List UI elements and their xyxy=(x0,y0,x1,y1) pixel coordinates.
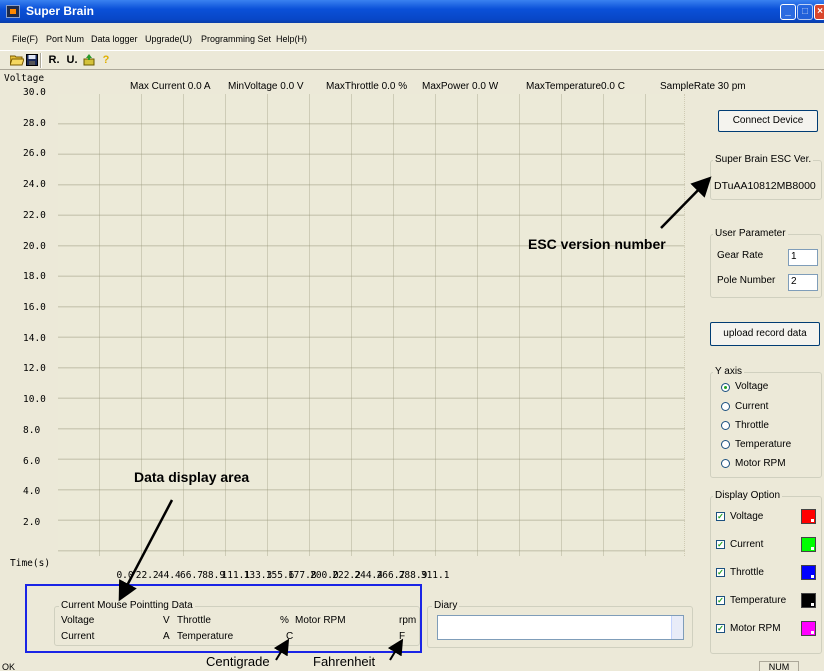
y-axis-group: Y axis Voltage Current Throttle Temperat… xyxy=(710,366,822,478)
x-axis-title: Time(s) xyxy=(10,558,51,569)
connect-device-button[interactable]: Connect Device xyxy=(718,110,818,132)
motor-rpm-color-swatch[interactable] xyxy=(801,621,816,636)
temperature-color-swatch[interactable] xyxy=(801,593,816,608)
radio-temperature-label[interactable]: Temperature xyxy=(735,439,791,450)
help-icon[interactable]: ? xyxy=(99,54,113,67)
menu-upgrade[interactable]: Upgrade(U) xyxy=(145,34,192,44)
max-throttle-stat: MaxThrottle 0.0 % xyxy=(326,81,408,92)
checkbox-voltage[interactable]: ✓ xyxy=(716,512,725,521)
y-tick-label: 16.0 xyxy=(23,302,46,313)
data-plot-area[interactable] xyxy=(58,94,685,556)
x-tick-label: 44.4 xyxy=(157,570,181,581)
y-axis-title: Voltage xyxy=(4,73,45,84)
esc-version-title: Super Brain ESC Ver. xyxy=(713,154,814,165)
y-tick-label: 18.0 xyxy=(23,271,46,283)
y-tick-label: 24.0 xyxy=(23,179,46,191)
max-power-stat: MaxPower 0.0 W xyxy=(422,81,499,92)
diary-title: Diary xyxy=(432,600,460,611)
y-tick-label: 10.0 xyxy=(23,394,46,406)
x-tick-label: 22.2 xyxy=(135,570,159,581)
radio-throttle-label[interactable]: Throttle xyxy=(735,420,769,431)
data-display-annotation: Data display area xyxy=(134,469,250,485)
y-tick-label: 8.0 xyxy=(23,424,41,436)
maximize-icon[interactable]: □ xyxy=(797,4,813,20)
y-tick-label: 6.0 xyxy=(23,455,41,467)
y-tick-label: 14.0 xyxy=(23,332,46,344)
pole-number-label: Pole Number xyxy=(717,275,776,286)
display-option-group: Display Option ✓ Voltage ✓ Current ✓ Thr… xyxy=(710,490,822,654)
y-tick-label: 22.0 xyxy=(23,209,46,221)
fahrenheit-annotation: Fahrenheit xyxy=(313,654,376,669)
title-bar: Super Brain _ □ × xyxy=(0,0,824,23)
gear-rate-label: Gear Rate xyxy=(717,250,764,261)
y-tick-label: 2.0 xyxy=(23,517,41,528)
min-voltage-stat: MinVoltage 0.0 V xyxy=(228,81,304,92)
throttle-color-swatch[interactable] xyxy=(801,565,816,580)
minimize-icon[interactable]: _ xyxy=(780,4,796,20)
current-color-swatch[interactable] xyxy=(801,537,816,552)
esc-version-group: Super Brain ESC Ver. DTuAA10812MB8000 xyxy=(710,154,822,200)
checkbox-voltage-label[interactable]: Voltage xyxy=(730,511,763,522)
menu-data-logger[interactable]: Data logger xyxy=(91,34,138,44)
r-icon[interactable]: R. xyxy=(47,54,61,67)
y-axis-group-title: Y axis xyxy=(713,366,745,377)
y-tick-label: 26.0 xyxy=(23,148,46,160)
checkbox-throttle[interactable]: ✓ xyxy=(716,568,725,577)
window-title: Super Brain xyxy=(26,4,95,18)
radio-motor-rpm[interactable] xyxy=(721,459,730,468)
x-tick-label: 311.1 xyxy=(420,570,450,581)
save-icon[interactable] xyxy=(25,54,39,67)
radio-voltage[interactable] xyxy=(721,383,730,392)
checkbox-current-label[interactable]: Current xyxy=(730,539,763,550)
menu-file[interactable]: File(F) xyxy=(12,34,38,44)
menu-programming-set[interactable]: Programming Set xyxy=(201,34,271,44)
gear-rate-input[interactable]: 1 xyxy=(788,249,818,266)
checkbox-temperature[interactable]: ✓ xyxy=(716,596,725,605)
app-icon xyxy=(6,5,20,18)
checkbox-motor-rpm[interactable]: ✓ xyxy=(716,624,725,633)
radio-voltage-label[interactable]: Voltage xyxy=(735,381,768,392)
checkbox-current[interactable]: ✓ xyxy=(716,540,725,549)
user-parameter-group: User Parameter Gear Rate 1 Pole Number 2 xyxy=(710,228,822,298)
user-parameter-title: User Parameter xyxy=(713,228,788,239)
radio-motor-rpm-label[interactable]: Motor RPM xyxy=(735,458,786,469)
status-text: OK xyxy=(2,662,16,671)
num-lock-indicator: NUM xyxy=(759,661,799,671)
y-tick-label: 20.0 xyxy=(23,240,46,252)
pole-number-input[interactable]: 2 xyxy=(788,274,818,291)
x-tick-label: 0.0 xyxy=(116,570,134,581)
open-folder-icon[interactable] xyxy=(9,54,25,67)
radio-current[interactable] xyxy=(721,402,730,411)
diary-scrollbar[interactable] xyxy=(671,616,683,639)
y-tick-label: 30.0 xyxy=(23,87,46,98)
checkbox-motor-rpm-label[interactable]: Motor RPM xyxy=(730,623,781,634)
voltage-color-swatch[interactable] xyxy=(801,509,816,524)
toolbar-separator xyxy=(40,53,42,68)
max-current-stat: Max Current 0.0 A xyxy=(130,81,211,92)
centigrade-annotation: Centigrade xyxy=(206,654,270,669)
x-tick-label: 66.7 xyxy=(180,570,203,581)
radio-current-label[interactable]: Current xyxy=(735,401,768,412)
diary-input[interactable] xyxy=(437,615,684,640)
display-option-title: Display Option xyxy=(713,490,783,501)
y-tick-label: 4.0 xyxy=(23,486,41,498)
radio-temperature[interactable] xyxy=(721,440,730,449)
sample-rate-stat: SampleRate 30 pm xyxy=(660,81,746,92)
y-tick-label: 28.0 xyxy=(23,117,46,129)
data-display-highlight-box xyxy=(25,584,422,653)
y-tick-label: 12.0 xyxy=(23,363,46,375)
checkbox-temperature-label[interactable]: Temperature xyxy=(730,595,786,606)
upload-record-data-button[interactable]: upload record data xyxy=(710,322,820,346)
esc-version-annotation: ESC version number xyxy=(528,236,666,252)
close-icon[interactable]: × xyxy=(814,4,824,20)
toolbar: R. U. ? xyxy=(0,50,824,70)
esc-version-value: DTuAA10812MB8000 xyxy=(714,180,816,192)
max-temperature-stat: MaxTemperature0.0 C xyxy=(526,81,625,92)
upload-icon[interactable] xyxy=(82,54,96,67)
checkbox-throttle-label[interactable]: Throttle xyxy=(730,567,764,578)
u-icon[interactable]: U. xyxy=(65,54,79,67)
radio-throttle[interactable] xyxy=(721,421,730,430)
menu-port-num[interactable]: Port Num xyxy=(46,34,84,44)
menu-help[interactable]: Help(H) xyxy=(276,34,307,44)
